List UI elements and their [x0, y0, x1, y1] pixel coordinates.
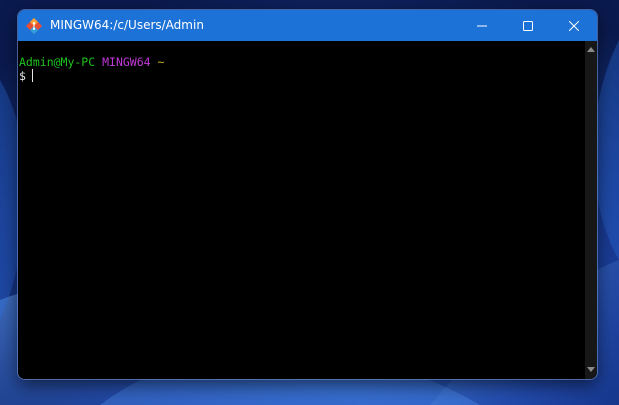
vertical-scrollbar[interactable]: [585, 41, 597, 379]
close-button[interactable]: [551, 10, 597, 41]
minimize-icon: [477, 21, 487, 31]
prompt-user-host: Admin@My-PC: [19, 55, 96, 69]
minimize-button[interactable]: [459, 10, 505, 41]
prompt-line: Admin@My-PC MINGW64 ~: [19, 55, 164, 69]
window-title: MINGW64:/c/Users/Admin: [50, 18, 204, 32]
title-bar[interactable]: MINGW64:/c/Users/Admin: [18, 10, 597, 41]
scroll-down-arrow-icon[interactable]: [587, 367, 595, 372]
git-diamond-icon: [25, 17, 43, 35]
maximize-button[interactable]: [505, 10, 551, 41]
text-cursor: [31, 69, 33, 82]
git-bash-window: MINGW64:/c/Users/Admin Admin@My-PC MINGW…: [18, 10, 597, 379]
input-line[interactable]: $: [19, 69, 33, 83]
prompt-shell-name: MINGW64: [102, 55, 151, 69]
prompt-symbol: $: [19, 69, 26, 83]
scroll-up-arrow-icon[interactable]: [587, 47, 595, 52]
maximize-icon: [523, 20, 533, 31]
close-icon: [569, 20, 579, 31]
prompt-cwd: ~: [157, 55, 165, 69]
terminal-area[interactable]: Admin@My-PC MINGW64 ~ $: [18, 41, 585, 379]
